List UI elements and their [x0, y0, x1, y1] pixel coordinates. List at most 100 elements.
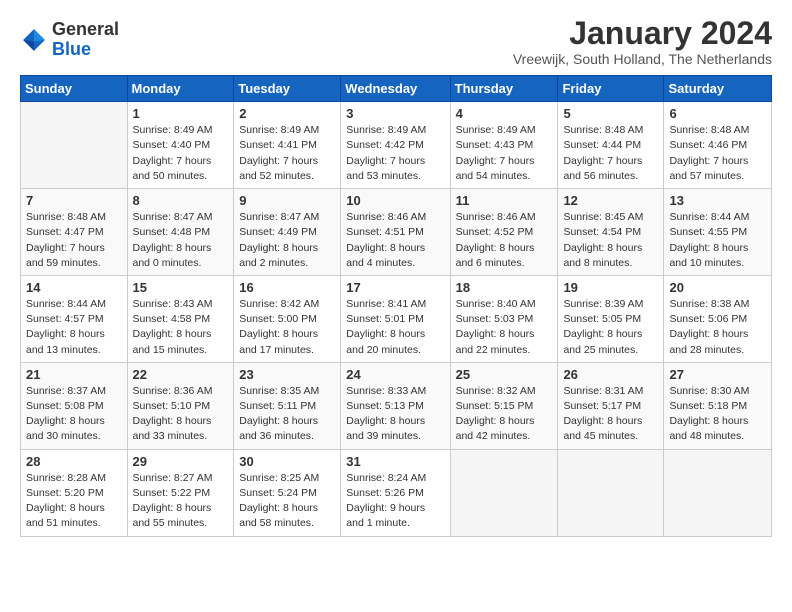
day-info: Sunrise: 8:44 AMSunset: 4:55 PMDaylight:…	[669, 210, 766, 271]
day-info: Sunrise: 8:46 AMSunset: 4:52 PMDaylight:…	[456, 210, 553, 271]
day-info: Sunrise: 8:42 AMSunset: 5:00 PMDaylight:…	[239, 297, 335, 358]
day-info: Sunrise: 8:24 AMSunset: 5:26 PMDaylight:…	[346, 471, 444, 532]
day-number: 15	[133, 280, 229, 295]
day-info: Sunrise: 8:32 AMSunset: 5:15 PMDaylight:…	[456, 384, 553, 445]
logo-general: General	[52, 19, 119, 39]
day-number: 5	[563, 106, 658, 121]
day-header-monday: Monday	[127, 76, 234, 102]
day-info: Sunrise: 8:30 AMSunset: 5:18 PMDaylight:…	[669, 384, 766, 445]
calendar-cell	[450, 449, 558, 536]
calendar-cell: 24Sunrise: 8:33 AMSunset: 5:13 PMDayligh…	[341, 362, 450, 449]
calendar-cell: 21 Sunrise: 8:37 AMSunset: 5:08 PMDayligh…	[21, 362, 128, 449]
day-info: Sunrise: 8:35 AMSunset: 5:11 PMDaylight:…	[239, 384, 335, 445]
calendar-cell: 14 Sunrise: 8:44 AMSunset: 4:57 PMDayligh…	[21, 275, 128, 362]
day-number: 22	[133, 367, 229, 382]
day-number: 12	[563, 193, 658, 208]
day-info: Sunrise: 8:45 AMSunset: 4:54 PMDaylight:…	[563, 210, 658, 271]
day-number: 25	[456, 367, 553, 382]
day-number: 11	[456, 193, 553, 208]
logo: General Blue	[20, 20, 119, 60]
day-info: Sunrise: 8:49 AMSunset: 4:42 PMDaylight:…	[346, 123, 444, 184]
calendar-cell: 5 Sunrise: 8:48 AMSunset: 4:44 PMDaylight…	[558, 102, 664, 189]
day-header-friday: Friday	[558, 76, 664, 102]
calendar-cell: 23Sunrise: 8:35 AMSunset: 5:11 PMDayligh…	[234, 362, 341, 449]
week-row-4: 21 Sunrise: 8:37 AMSunset: 5:08 PMDayligh…	[21, 362, 772, 449]
calendar-cell: 18 Sunrise: 8:40 AMSunset: 5:03 PMDayligh…	[450, 275, 558, 362]
day-number: 3	[346, 106, 444, 121]
day-number: 24	[346, 367, 444, 382]
day-info: Sunrise: 8:47 AMSunset: 4:49 PMDaylight:…	[239, 210, 335, 271]
week-row-1: 1 Sunrise: 8:49 AMSunset: 4:40 PMDaylight…	[21, 102, 772, 189]
page-header: General Blue January 2024 Vreewijk, Sout…	[20, 16, 772, 67]
calendar-cell: 6 Sunrise: 8:48 AMSunset: 4:46 PMDaylight…	[664, 102, 772, 189]
day-info: Sunrise: 8:48 AMSunset: 4:46 PMDaylight:…	[669, 123, 766, 184]
day-number: 7	[26, 193, 122, 208]
calendar-cell: 26 Sunrise: 8:31 AMSunset: 5:17 PMDayligh…	[558, 362, 664, 449]
week-row-2: 7 Sunrise: 8:48 AMSunset: 4:47 PMDaylight…	[21, 189, 772, 276]
month-title: January 2024	[513, 16, 772, 51]
day-number: 16	[239, 280, 335, 295]
calendar-cell: 17 Sunrise: 8:41 AMSunset: 5:01 PMDayligh…	[341, 275, 450, 362]
calendar-cell: 28Sunrise: 8:28 AMSunset: 5:20 PMDayligh…	[21, 449, 128, 536]
logo-text: General Blue	[52, 20, 119, 60]
day-number: 19	[563, 280, 658, 295]
calendar-cell: 4 Sunrise: 8:49 AMSunset: 4:43 PMDaylight…	[450, 102, 558, 189]
day-info: Sunrise: 8:49 AMSunset: 4:40 PMDaylight:…	[133, 123, 229, 184]
calendar-cell: 15 Sunrise: 8:43 AMSunset: 4:58 PMDayligh…	[127, 275, 234, 362]
day-number: 2	[239, 106, 335, 121]
day-info: Sunrise: 8:41 AMSunset: 5:01 PMDaylight:…	[346, 297, 444, 358]
calendar-table: SundayMondayTuesdayWednesdayThursdayFrid…	[20, 75, 772, 536]
day-number: 4	[456, 106, 553, 121]
day-number: 9	[239, 193, 335, 208]
day-info: Sunrise: 8:37 AMSunset: 5:08 PMDaylight:…	[26, 384, 122, 445]
day-number: 29	[133, 454, 229, 469]
day-info: Sunrise: 8:48 AMSunset: 4:44 PMDaylight:…	[563, 123, 658, 184]
day-header-wednesday: Wednesday	[341, 76, 450, 102]
calendar-cell: 31Sunrise: 8:24 AMSunset: 5:26 PMDayligh…	[341, 449, 450, 536]
calendar-cell: 19 Sunrise: 8:39 AMSunset: 5:05 PMDayligh…	[558, 275, 664, 362]
day-number: 17	[346, 280, 444, 295]
day-number: 18	[456, 280, 553, 295]
day-number: 28	[26, 454, 122, 469]
calendar-cell	[664, 449, 772, 536]
day-number: 6	[669, 106, 766, 121]
calendar-cell	[558, 449, 664, 536]
day-info: Sunrise: 8:49 AMSunset: 4:43 PMDaylight:…	[456, 123, 553, 184]
day-header-row: SundayMondayTuesdayWednesdayThursdayFrid…	[21, 76, 772, 102]
day-header-saturday: Saturday	[664, 76, 772, 102]
day-number: 8	[133, 193, 229, 208]
day-info: Sunrise: 8:44 AMSunset: 4:57 PMDaylight:…	[26, 297, 122, 358]
generalblue-logo-icon	[20, 26, 48, 54]
calendar-cell: 20Sunrise: 8:38 AMSunset: 5:06 PMDayligh…	[664, 275, 772, 362]
calendar-cell: 29 Sunrise: 8:27 AMSunset: 5:22 PMDayligh…	[127, 449, 234, 536]
calendar-cell: 27 Sunrise: 8:30 AMSunset: 5:18 PMDayligh…	[664, 362, 772, 449]
week-row-5: 28Sunrise: 8:28 AMSunset: 5:20 PMDayligh…	[21, 449, 772, 536]
day-header-sunday: Sunday	[21, 76, 128, 102]
day-info: Sunrise: 8:39 AMSunset: 5:05 PMDaylight:…	[563, 297, 658, 358]
day-info: Sunrise: 8:43 AMSunset: 4:58 PMDaylight:…	[133, 297, 229, 358]
day-info: Sunrise: 8:38 AMSunset: 5:06 PMDaylight:…	[669, 297, 766, 358]
day-number: 26	[563, 367, 658, 382]
day-info: Sunrise: 8:48 AMSunset: 4:47 PMDaylight:…	[26, 210, 122, 271]
calendar-cell: 7 Sunrise: 8:48 AMSunset: 4:47 PMDaylight…	[21, 189, 128, 276]
day-info: Sunrise: 8:36 AMSunset: 5:10 PMDaylight:…	[133, 384, 229, 445]
day-info: Sunrise: 8:40 AMSunset: 5:03 PMDaylight:…	[456, 297, 553, 358]
calendar-cell: 16 Sunrise: 8:42 AMSunset: 5:00 PMDayligh…	[234, 275, 341, 362]
calendar-cell: 22 Sunrise: 8:36 AMSunset: 5:10 PMDayligh…	[127, 362, 234, 449]
day-number: 30	[239, 454, 335, 469]
week-row-3: 14 Sunrise: 8:44 AMSunset: 4:57 PMDayligh…	[21, 275, 772, 362]
day-info: Sunrise: 8:31 AMSunset: 5:17 PMDaylight:…	[563, 384, 658, 445]
calendar-cell: 30 Sunrise: 8:25 AMSunset: 5:24 PMDayligh…	[234, 449, 341, 536]
day-number: 1	[133, 106, 229, 121]
day-number: 10	[346, 193, 444, 208]
day-number: 21	[26, 367, 122, 382]
calendar-cell: 13Sunrise: 8:44 AMSunset: 4:55 PMDayligh…	[664, 189, 772, 276]
day-header-tuesday: Tuesday	[234, 76, 341, 102]
day-info: Sunrise: 8:27 AMSunset: 5:22 PMDaylight:…	[133, 471, 229, 532]
day-number: 27	[669, 367, 766, 382]
day-info: Sunrise: 8:46 AMSunset: 4:51 PMDaylight:…	[346, 210, 444, 271]
day-number: 14	[26, 280, 122, 295]
day-info: Sunrise: 8:25 AMSunset: 5:24 PMDaylight:…	[239, 471, 335, 532]
location: Vreewijk, South Holland, The Netherlands	[513, 51, 772, 67]
calendar-cell	[21, 102, 128, 189]
